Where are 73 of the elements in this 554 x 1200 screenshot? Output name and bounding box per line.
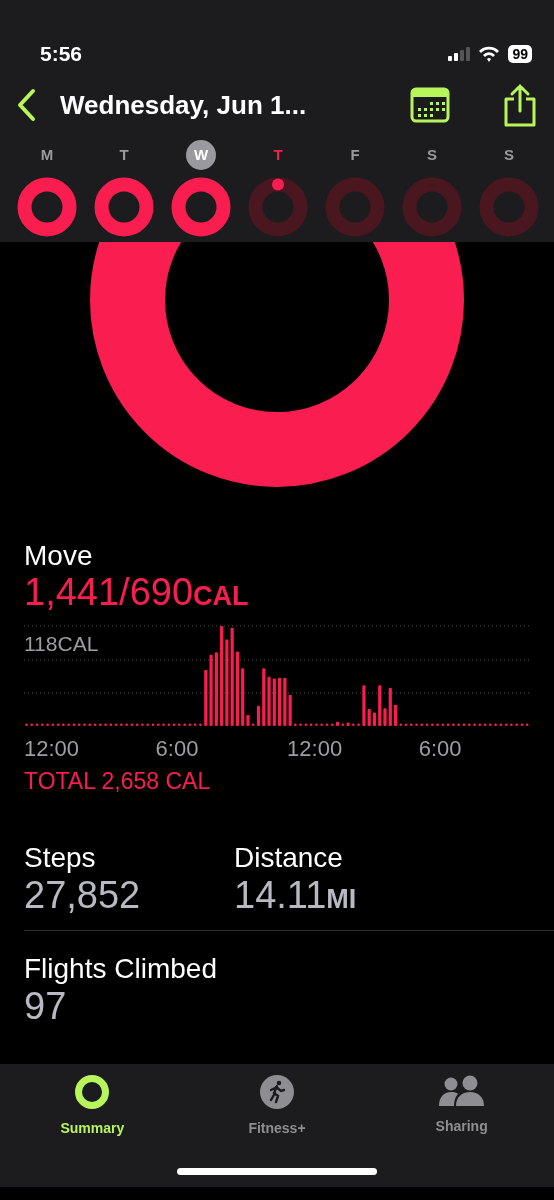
baseline-dot [299, 723, 302, 727]
baseline-dot [104, 723, 107, 727]
stat-value: 14.11MI [234, 874, 357, 917]
baseline-dot [352, 723, 355, 727]
baseline-dot [489, 723, 492, 727]
baseline-dot [415, 723, 418, 727]
tab-bar-item[interactable]: Fitness+ [217, 1074, 337, 1140]
day-tab[interactable]: F [340, 140, 370, 170]
tab-bar-item[interactable]: Sharing [401, 1074, 522, 1140]
tab-bar-item[interactable]: Summary [32, 1074, 153, 1140]
chart-bar [346, 722, 350, 726]
stat-label: Distance [234, 842, 344, 875]
calendar-icon[interactable] [410, 87, 450, 123]
stat-value: 27,852 [24, 874, 142, 917]
baseline-dot [183, 723, 186, 727]
day-ring[interactable] [247, 176, 309, 238]
baseline-dot [162, 723, 165, 727]
status-time: 5:56 [40, 41, 83, 68]
day-ring[interactable] [170, 176, 232, 238]
day-tab[interactable]: S [417, 140, 447, 170]
chart-bar [336, 721, 340, 726]
baseline-dot [457, 723, 460, 727]
day-tab[interactable]: S [494, 140, 524, 170]
x-axis-label: 12:00 [287, 735, 343, 763]
stat-label: Steps [24, 842, 97, 875]
baseline-dot [473, 723, 476, 727]
share-icon[interactable] [502, 83, 538, 127]
baseline-dot [25, 723, 28, 727]
move-value: 1,441/690CAL [24, 572, 250, 614]
baseline-dot [99, 723, 102, 727]
baseline-dot [320, 723, 323, 727]
baseline-dot [357, 723, 360, 727]
wifi-icon [478, 46, 501, 62]
day-ring[interactable] [16, 176, 78, 238]
day-tab[interactable]: T [263, 140, 293, 170]
baseline-dot [46, 723, 49, 727]
people-icon [437, 1074, 486, 1109]
chart-peak-label: 118CAL [24, 631, 99, 657]
day-tab[interactable]: M [32, 140, 62, 170]
stat-label: Flights Climbed [24, 953, 218, 986]
date-title: Wednesday, Jun 1... [60, 88, 308, 122]
x-axis-label: 6:00 [155, 735, 199, 763]
baseline-dot [125, 723, 128, 727]
stat-value: 97 [24, 985, 68, 1028]
back-icon[interactable] [16, 88, 36, 122]
signal-icon [448, 47, 471, 61]
x-axis-label: 12:00 [24, 735, 80, 763]
baseline-dot [67, 723, 70, 727]
baseline-dot [431, 723, 434, 727]
baseline-dot [452, 723, 455, 727]
x-axis-label: 6:00 [418, 735, 462, 763]
baseline-dot [341, 723, 345, 727]
day-tab[interactable]: T [109, 140, 139, 170]
baseline-dot [120, 723, 123, 727]
runner-icon [259, 1074, 295, 1111]
day-ring[interactable] [93, 176, 155, 238]
baseline-dot [178, 723, 181, 727]
baseline-dot [141, 723, 144, 727]
baseline-dot [251, 723, 255, 727]
ring-icon [74, 1074, 111, 1111]
move-total: TOTAL 2,658 CAL [24, 767, 212, 796]
baseline-dot [510, 723, 513, 727]
baseline-dot [83, 723, 86, 727]
battery-level: 99 [508, 45, 532, 63]
baseline-dot [436, 723, 439, 727]
baseline-dot [294, 723, 297, 727]
baseline-dot [315, 723, 318, 727]
move-label: Move [24, 540, 94, 573]
baseline-dot [494, 723, 497, 727]
baseline-dot [41, 723, 44, 727]
baseline-dot [62, 723, 65, 727]
baseline-dot [515, 723, 518, 727]
baseline-dot [199, 723, 202, 727]
